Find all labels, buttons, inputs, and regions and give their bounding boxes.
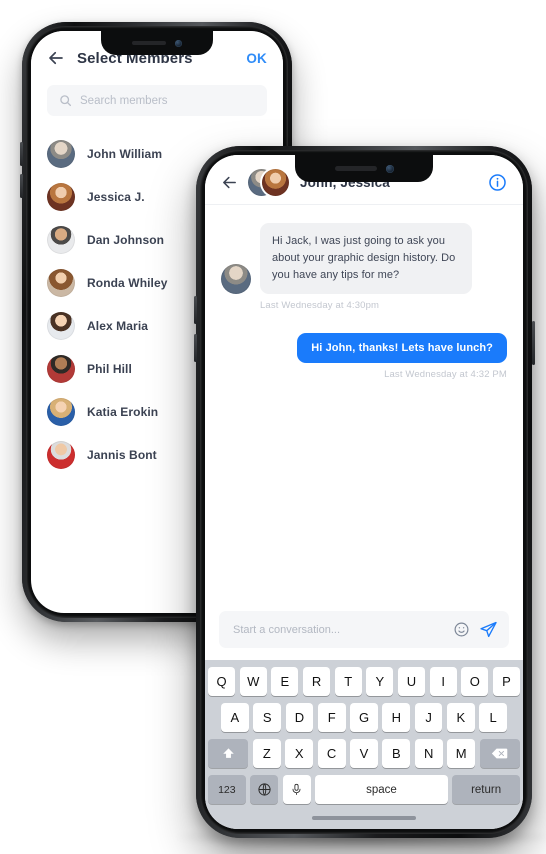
key-m[interactable]: M	[447, 739, 476, 768]
composer	[205, 603, 523, 660]
search-box[interactable]	[47, 85, 267, 116]
key-s[interactable]: S	[253, 703, 282, 732]
return-key[interactable]: return	[452, 775, 520, 804]
key-r[interactable]: R	[302, 667, 331, 696]
backspace-key[interactable]	[479, 739, 520, 768]
key-a[interactable]: A	[220, 703, 249, 732]
avatar	[47, 440, 75, 469]
avatar	[47, 354, 75, 383]
volume-up-button[interactable]	[20, 142, 23, 166]
key-i[interactable]: I	[429, 667, 457, 696]
key-b[interactable]: B	[382, 739, 411, 768]
member-name: Alex Maria	[87, 318, 149, 333]
member-name: Ronda Whiley	[87, 275, 168, 290]
shift-key[interactable]	[208, 739, 249, 768]
key-x[interactable]: X	[285, 739, 314, 768]
ok-button[interactable]: OK	[246, 51, 267, 66]
key-d[interactable]: D	[285, 703, 314, 732]
keyboard-row-4: 123 space return	[208, 775, 520, 804]
info-circle-icon[interactable]	[488, 173, 507, 192]
globe-language-icon	[258, 783, 271, 796]
avatar	[47, 182, 75, 211]
earpiece-speaker	[334, 166, 377, 171]
message-incoming: Hi Jack, I was just going to ask you abo…	[221, 223, 507, 295]
member-name: Katia Erokin	[87, 404, 159, 419]
chat-screen: John, Jessica Hi Jack, I was just going …	[205, 155, 523, 829]
key-t[interactable]: T	[334, 667, 362, 696]
mic-key[interactable]	[282, 775, 311, 804]
microphone-icon	[292, 783, 301, 795]
member-name: Jannis Bont	[87, 447, 157, 462]
power-button[interactable]	[531, 321, 535, 365]
arrow-left-icon[interactable]	[47, 49, 65, 67]
avatar	[47, 225, 75, 254]
avatar	[221, 264, 251, 295]
numbers-key[interactable]: 123	[208, 775, 246, 804]
volume-down-button[interactable]	[193, 334, 197, 362]
avatar	[47, 268, 75, 297]
device-notch	[295, 155, 433, 182]
front-camera	[175, 39, 182, 47]
message-timestamp: Last Wednesday at 4:30pm	[260, 300, 380, 312]
earpiece-speaker	[132, 41, 166, 45]
avatar	[47, 139, 75, 168]
message-input[interactable]	[233, 623, 444, 636]
key-v[interactable]: V	[350, 739, 378, 768]
avatar	[47, 311, 75, 340]
search-icon	[60, 95, 72, 107]
avatar	[47, 397, 75, 426]
search-container	[31, 85, 283, 116]
shift-up-arrow-icon	[222, 748, 234, 758]
key-e[interactable]: E	[271, 667, 299, 696]
device-notch	[101, 31, 213, 55]
keyboard-row-1: Q W E R T Y U I O P	[207, 667, 521, 696]
member-name: Dan Johnson	[87, 232, 165, 247]
volume-up-button[interactable]	[193, 296, 197, 324]
mockup-stage: Select Members OK John William	[0, 0, 546, 854]
member-name: Phil Hill	[87, 361, 132, 376]
send-paper-plane-icon[interactable]	[479, 620, 498, 639]
key-w[interactable]: W	[239, 667, 267, 696]
key-p[interactable]: P	[492, 667, 521, 696]
key-n[interactable]: N	[414, 739, 443, 768]
avatar	[262, 169, 289, 196]
member-name: John William	[87, 146, 163, 161]
composer-box[interactable]	[219, 611, 509, 648]
space-key[interactable]: space	[315, 775, 448, 804]
key-c[interactable]: C	[317, 739, 346, 768]
key-o[interactable]: O	[461, 667, 489, 696]
front-camera	[385, 164, 394, 173]
phone-device-chat: John, Jessica Hi Jack, I was just going …	[193, 146, 535, 838]
key-u[interactable]: U	[397, 667, 426, 696]
message-bubble-incoming: Hi Jack, I was just going to ask you abo…	[260, 223, 472, 295]
message-list: Hi Jack, I was just going to ask you abo…	[205, 205, 523, 603]
key-k[interactable]: K	[446, 703, 475, 732]
keyboard-row-2: A S D F G H J K L	[208, 703, 520, 732]
arrow-left-icon[interactable]	[221, 174, 238, 191]
key-q[interactable]: Q	[207, 667, 236, 696]
backspace-delete-icon	[492, 748, 508, 759]
search-input[interactable]	[80, 94, 255, 107]
message-bubble-outgoing: Hi John, thanks! Lets have lunch?	[297, 333, 507, 364]
key-g[interactable]: G	[350, 703, 378, 732]
home-indicator[interactable]	[312, 815, 416, 820]
participants-avatar-stack[interactable]	[248, 169, 290, 196]
key-h[interactable]: H	[382, 703, 411, 732]
member-name: Jessica J.	[87, 189, 145, 204]
volume-down-button[interactable]	[20, 174, 23, 198]
virtual-keyboard: Q W E R T Y U I O P A S D F G H J K L Z …	[205, 660, 523, 829]
smiley-icon[interactable]	[453, 621, 470, 638]
key-l[interactable]: L	[479, 703, 508, 732]
home-indicator-area	[208, 811, 520, 824]
key-y[interactable]: Y	[366, 667, 394, 696]
key-j[interactable]: J	[414, 703, 443, 732]
message-timestamp: Last Wednesday at 4:32 PM	[384, 369, 507, 381]
key-z[interactable]: Z	[252, 739, 281, 768]
message-outgoing: Hi John, thanks! Lets have lunch?	[221, 333, 507, 364]
key-f[interactable]: F	[317, 703, 346, 732]
keyboard-row-3: Z X C V B N M	[208, 739, 520, 768]
globe-key[interactable]	[250, 775, 279, 804]
